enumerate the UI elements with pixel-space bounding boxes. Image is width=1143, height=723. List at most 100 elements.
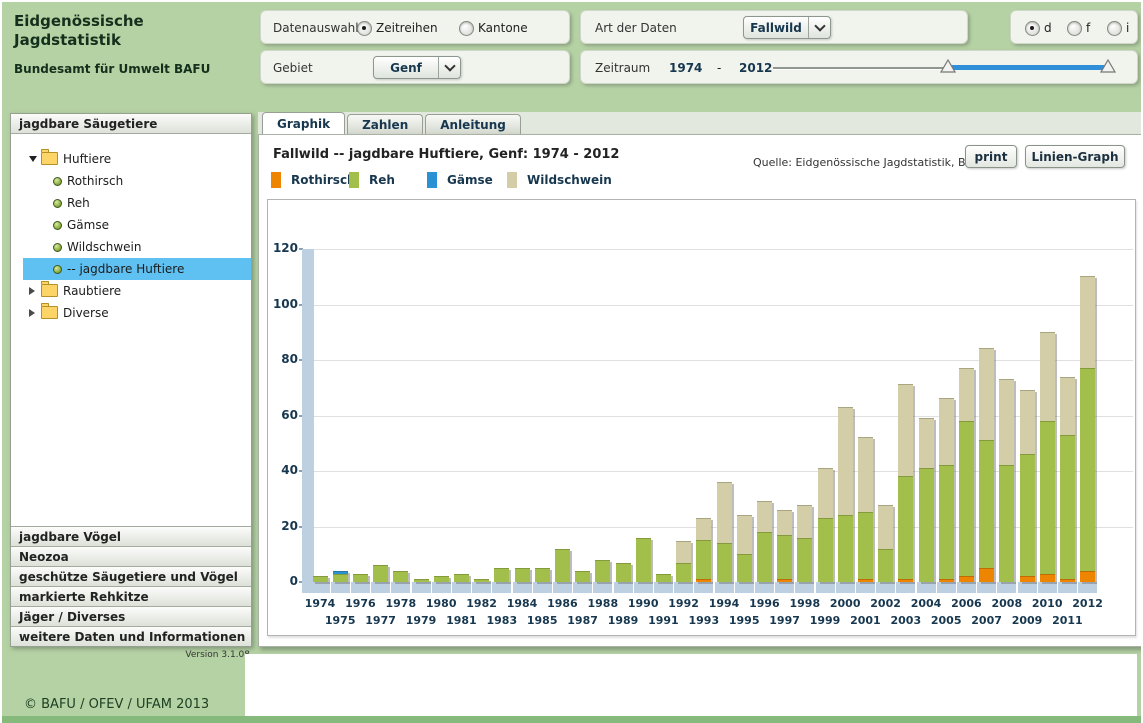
sidebar-sections: jagdbare VögelNeozoageschütze Säugetiere… bbox=[11, 526, 251, 646]
sidebar-section-jagdbare-saeugetiere[interactable]: jagdbare Säugetiere bbox=[11, 114, 251, 134]
bar-segment-wildschwein bbox=[777, 510, 792, 535]
bar-segment-wildschwein bbox=[797, 505, 812, 538]
bar-segment-wildschwein bbox=[757, 501, 772, 532]
triangle-collapsed-icon[interactable] bbox=[29, 309, 35, 317]
x-axis-block bbox=[674, 582, 693, 593]
tab-zahlen[interactable]: Zahlen bbox=[347, 114, 423, 134]
language-radio-i[interactable] bbox=[1107, 21, 1122, 36]
bar-segment-wildschwein bbox=[696, 518, 711, 540]
sidebar-section-neozoa[interactable]: Neozoa bbox=[11, 546, 251, 566]
zeitraum-panel: Zeitraum 1974 - 2012 bbox=[580, 50, 1138, 84]
gebiet-select[interactable]: Genf bbox=[373, 56, 461, 79]
bar-segment-reh bbox=[656, 574, 671, 582]
bar-segment-reh bbox=[858, 512, 873, 579]
tree-item-rothirsch[interactable]: Rothirsch bbox=[23, 170, 251, 192]
bar-segment-reh bbox=[575, 571, 590, 582]
bullet-icon bbox=[53, 199, 62, 208]
triangle-expanded-icon[interactable] bbox=[29, 156, 37, 162]
x-axis-block bbox=[331, 582, 350, 593]
art-der-daten-select-arrow[interactable] bbox=[808, 17, 830, 38]
sidebar-section-gesch-tze-s-ugetiere-und-v-gel[interactable]: geschütze Säugetiere und Vögel bbox=[11, 566, 251, 586]
x-axis-label-1975: 1975 bbox=[318, 614, 362, 627]
language-radio-f[interactable] bbox=[1067, 21, 1082, 36]
tree-item-label: Gämse bbox=[67, 218, 109, 232]
bar-segment-wildschwein bbox=[878, 505, 893, 549]
print-button[interactable]: print bbox=[965, 145, 1017, 168]
bar-segment-reh bbox=[616, 563, 631, 582]
legend-item-gämse: Gämse bbox=[427, 172, 493, 188]
tree-item-label: Diverse bbox=[63, 306, 109, 320]
line-graph-button[interactable]: Linien-Graph bbox=[1025, 145, 1125, 168]
x-axis-block bbox=[755, 582, 774, 593]
tree-item-label: Wildschwein bbox=[67, 240, 141, 254]
zeitraum-slider-handle-right[interactable] bbox=[1100, 59, 1116, 73]
x-axis-block bbox=[513, 582, 532, 593]
kantone-radio-label: Kantone bbox=[478, 21, 528, 35]
bar-segment-rothirsch bbox=[1060, 579, 1075, 582]
x-axis-block bbox=[1058, 582, 1077, 593]
zeitraum-slider-handle-left[interactable] bbox=[940, 59, 956, 73]
x-axis-block bbox=[977, 582, 996, 593]
tree-item-wildschwein[interactable]: Wildschwein bbox=[23, 236, 251, 258]
bar-segment-reh bbox=[757, 532, 772, 582]
gebiet-select-arrow[interactable] bbox=[438, 57, 460, 78]
sidebar-section-weitere-daten-und-informationen[interactable]: weitere Daten und Informationen bbox=[11, 626, 251, 646]
bar-segment-rothirsch bbox=[959, 576, 974, 582]
tab-graphik[interactable]: Graphik bbox=[262, 112, 345, 134]
x-axis-block bbox=[856, 582, 875, 593]
tree-item-raubtiere[interactable]: Raubtiere bbox=[23, 280, 251, 302]
chevron-down-icon bbox=[814, 20, 825, 31]
bar-segment-reh bbox=[1040, 421, 1055, 574]
sidebar-section-markierte-rehkitze[interactable]: markierte Rehkitze bbox=[11, 586, 251, 606]
zeitreihen-radio[interactable] bbox=[357, 21, 372, 36]
language-label-d: d bbox=[1044, 21, 1052, 35]
chevron-down-icon bbox=[444, 60, 455, 71]
bar-1987 bbox=[575, 571, 590, 582]
sidebar-section-j-ger-diverses[interactable]: Jäger / Diverses bbox=[11, 606, 251, 626]
art-der-daten-select[interactable]: Fallwild bbox=[743, 16, 831, 39]
legend-item-wildschwein: Wildschwein bbox=[507, 172, 612, 188]
tree-item-g-mse[interactable]: Gämse bbox=[23, 214, 251, 236]
x-axis-label-1983: 1983 bbox=[480, 614, 524, 627]
art-der-daten-select-value: Fallwild bbox=[744, 17, 808, 38]
bar-segment-reh bbox=[919, 468, 934, 582]
tree-item-diverse[interactable]: Diverse bbox=[23, 302, 251, 324]
x-axis-label-2003: 2003 bbox=[884, 614, 928, 627]
triangle-collapsed-icon[interactable] bbox=[29, 287, 35, 295]
tree-item-jagdbare-huftiere[interactable]: -- jagdbare Huftiere bbox=[23, 258, 251, 280]
x-axis-block bbox=[816, 582, 835, 593]
gebiet-select-value: Genf bbox=[374, 57, 438, 78]
folder-icon bbox=[41, 306, 58, 319]
bar-2004 bbox=[919, 418, 934, 582]
bar-2009 bbox=[1020, 390, 1035, 582]
tree-item-reh[interactable]: Reh bbox=[23, 192, 251, 214]
x-axis-block bbox=[432, 582, 451, 593]
bar-segment-reh bbox=[676, 563, 691, 582]
bar-1988 bbox=[595, 560, 610, 582]
bar-segment-wildschwein bbox=[979, 348, 994, 440]
x-axis-block bbox=[391, 582, 410, 593]
bar-1986 bbox=[555, 549, 570, 582]
bar-segment-wildschwein bbox=[898, 384, 913, 476]
tab-anleitung[interactable]: Anleitung bbox=[425, 114, 521, 134]
bullet-icon bbox=[53, 221, 62, 230]
language-radio-d[interactable] bbox=[1025, 21, 1040, 36]
bar-segment-wildschwein bbox=[676, 541, 691, 563]
bar-segment-reh bbox=[1060, 435, 1075, 579]
x-axis-block bbox=[997, 582, 1016, 593]
bar-segment-reh bbox=[414, 579, 429, 582]
x-axis-label-1998: 1998 bbox=[783, 597, 827, 610]
x-axis-label-1981: 1981 bbox=[439, 614, 483, 627]
bar-2000 bbox=[838, 407, 853, 582]
bar-1992 bbox=[676, 541, 691, 582]
x-axis-block bbox=[371, 582, 390, 593]
art-der-daten-panel: Art der Daten Fallwild bbox=[580, 10, 968, 44]
legend-item-rothirsch: Rothirsch bbox=[271, 172, 356, 188]
bar-1982 bbox=[474, 579, 489, 582]
bar-1997 bbox=[777, 510, 792, 582]
sidebar-section-jagdbare-v-gel[interactable]: jagdbare Vögel bbox=[11, 526, 251, 546]
kantone-radio[interactable] bbox=[459, 21, 474, 36]
legend-swatch-wildschwein bbox=[507, 172, 517, 188]
tree-item-huftiere[interactable]: Huftiere bbox=[23, 148, 251, 170]
x-axis-label-2008: 2008 bbox=[985, 597, 1029, 610]
